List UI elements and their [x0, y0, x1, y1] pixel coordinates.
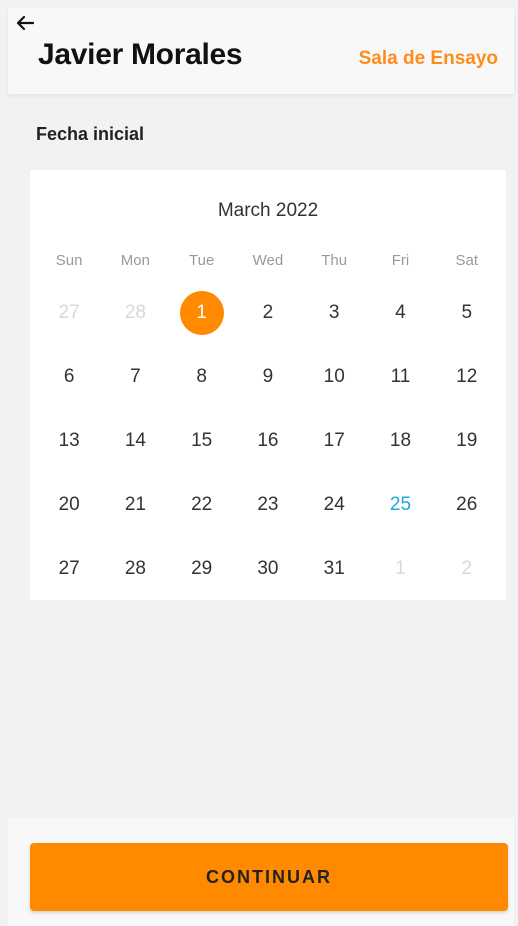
weekday-label: Mon [120, 252, 150, 269]
date-picker: March 2022 Sun Mon Tue Wed Thu Fri Sat 27 28 1 2 3… [30, 170, 506, 600]
calendar-day[interactable]: 29 [169, 546, 235, 592]
weekday-label: Sat [455, 252, 478, 269]
day-number: 28 [124, 302, 146, 323]
day-number: 20 [58, 494, 80, 515]
day-number: 23 [257, 494, 279, 515]
arrow-left-icon [16, 15, 35, 31]
calendar-day[interactable]: 30 [235, 546, 301, 592]
day-number: 31 [323, 558, 345, 579]
calendar-day[interactable]: 18 [367, 418, 433, 464]
day-number: 15 [191, 430, 213, 451]
calendar-day[interactable]: 26 [434, 482, 500, 528]
calendar-day[interactable]: 23 [235, 482, 301, 528]
day-number: 1 [179, 291, 224, 335]
calendar-day[interactable]: 7 [102, 354, 168, 400]
calendar-day: 1 [367, 546, 433, 592]
calendar-day[interactable]: 11 [367, 354, 433, 400]
calendar-day[interactable]: 21 [102, 482, 168, 528]
back-button[interactable] [14, 12, 36, 34]
calendar-day: 27 [36, 290, 102, 336]
calendar-day-today[interactable]: 25 [367, 482, 433, 528]
day-number: 3 [328, 302, 340, 323]
day-number: 2 [461, 558, 473, 579]
day-number: 27 [58, 558, 80, 579]
calendar-day[interactable]: 16 [235, 418, 301, 464]
calendar-grid: 27 28 1 2 3 4 5 6 7 8 9 10 11 12 13 14 15 16 17 18 19 20 21 22 2… [36, 290, 500, 610]
weekday-label: Tue [189, 252, 215, 269]
page-title: Javier Morales [38, 38, 243, 71]
calendar-day[interactable]: 20 [36, 482, 102, 528]
calendar-day[interactable]: 4 [367, 290, 433, 336]
day-number: 1 [395, 558, 406, 579]
calendar-week-row: 27 28 1 2 3 4 5 [36, 290, 500, 354]
day-number: 13 [58, 430, 80, 451]
day-number: 2 [262, 302, 274, 323]
calendar-day[interactable]: 14 [102, 418, 168, 464]
calendar-day[interactable]: 13 [36, 418, 102, 464]
weekday-label: Thu [321, 252, 348, 269]
calendar-day[interactable]: 17 [301, 418, 367, 464]
day-number: 4 [395, 302, 406, 323]
day-number: 21 [124, 494, 146, 515]
section-label: Fecha inicial [36, 124, 145, 144]
day-number: 16 [257, 430, 279, 451]
day-number: 11 [390, 366, 411, 387]
calendar-day[interactable]: 9 [235, 354, 301, 400]
calendar-day[interactable]: 12 [434, 354, 500, 400]
day-number: 22 [191, 494, 213, 515]
calendar-day[interactable]: 27 [36, 546, 102, 592]
day-number: 18 [389, 430, 412, 451]
day-number: 25 [389, 494, 412, 515]
day-number: 14 [124, 430, 146, 451]
calendar-day[interactable]: 2 [235, 290, 301, 336]
calendar-day[interactable]: 5 [434, 290, 500, 336]
calendar-day[interactable]: 6 [36, 354, 102, 400]
day-number: 6 [63, 366, 75, 387]
day-number: 17 [323, 430, 345, 451]
calendar-day[interactable]: 19 [434, 418, 500, 464]
app-header: Javier Morales Sala de Ensayo [8, 8, 514, 94]
day-number: 28 [124, 558, 146, 579]
weekday-label: Fri [391, 252, 410, 269]
day-number: 26 [456, 494, 478, 515]
continue-button[interactable]: CONTINUAR [30, 843, 508, 911]
calendar-week-row: 20 21 22 23 24 25 26 [36, 482, 500, 546]
calendar-week-row: 13 14 15 16 17 18 19 [36, 418, 500, 482]
day-number: 7 [130, 366, 141, 387]
day-number: 5 [461, 302, 473, 323]
calendar-day: 2 [434, 546, 500, 592]
calendar-day[interactable]: 3 [301, 290, 367, 336]
calendar-day-selected[interactable]: 1 [169, 290, 235, 336]
day-number: 10 [323, 366, 345, 387]
day-number: 19 [456, 430, 478, 451]
calendar-day[interactable]: 8 [169, 354, 235, 400]
day-number: 30 [257, 558, 279, 579]
day-number: 29 [191, 558, 213, 579]
month-label: March 2022 [217, 200, 319, 221]
day-number: 24 [323, 494, 345, 515]
room-name: Sala de Ensayo [358, 48, 498, 69]
weekday-header: Sun Mon Tue Wed Thu Fri Sat [36, 252, 500, 269]
day-number: 9 [262, 366, 274, 387]
calendar-day[interactable]: 24 [301, 482, 367, 528]
day-number: 12 [456, 366, 478, 387]
calendar-day[interactable]: 22 [169, 482, 235, 528]
calendar-week-row: 6 7 8 9 10 11 12 [36, 354, 500, 418]
calendar-day: 28 [102, 290, 168, 336]
day-number: 27 [58, 302, 80, 323]
calendar-day[interactable]: 28 [102, 546, 168, 592]
calendar-day[interactable]: 31 [301, 546, 367, 592]
weekday-label: Sun [55, 252, 83, 269]
calendar-day[interactable]: 10 [301, 354, 367, 400]
weekday-label: Wed [252, 252, 284, 269]
calendar-week-row: 27 28 29 30 31 1 2 [36, 546, 500, 610]
calendar-day[interactable]: 15 [169, 418, 235, 464]
day-number: 8 [196, 366, 207, 387]
